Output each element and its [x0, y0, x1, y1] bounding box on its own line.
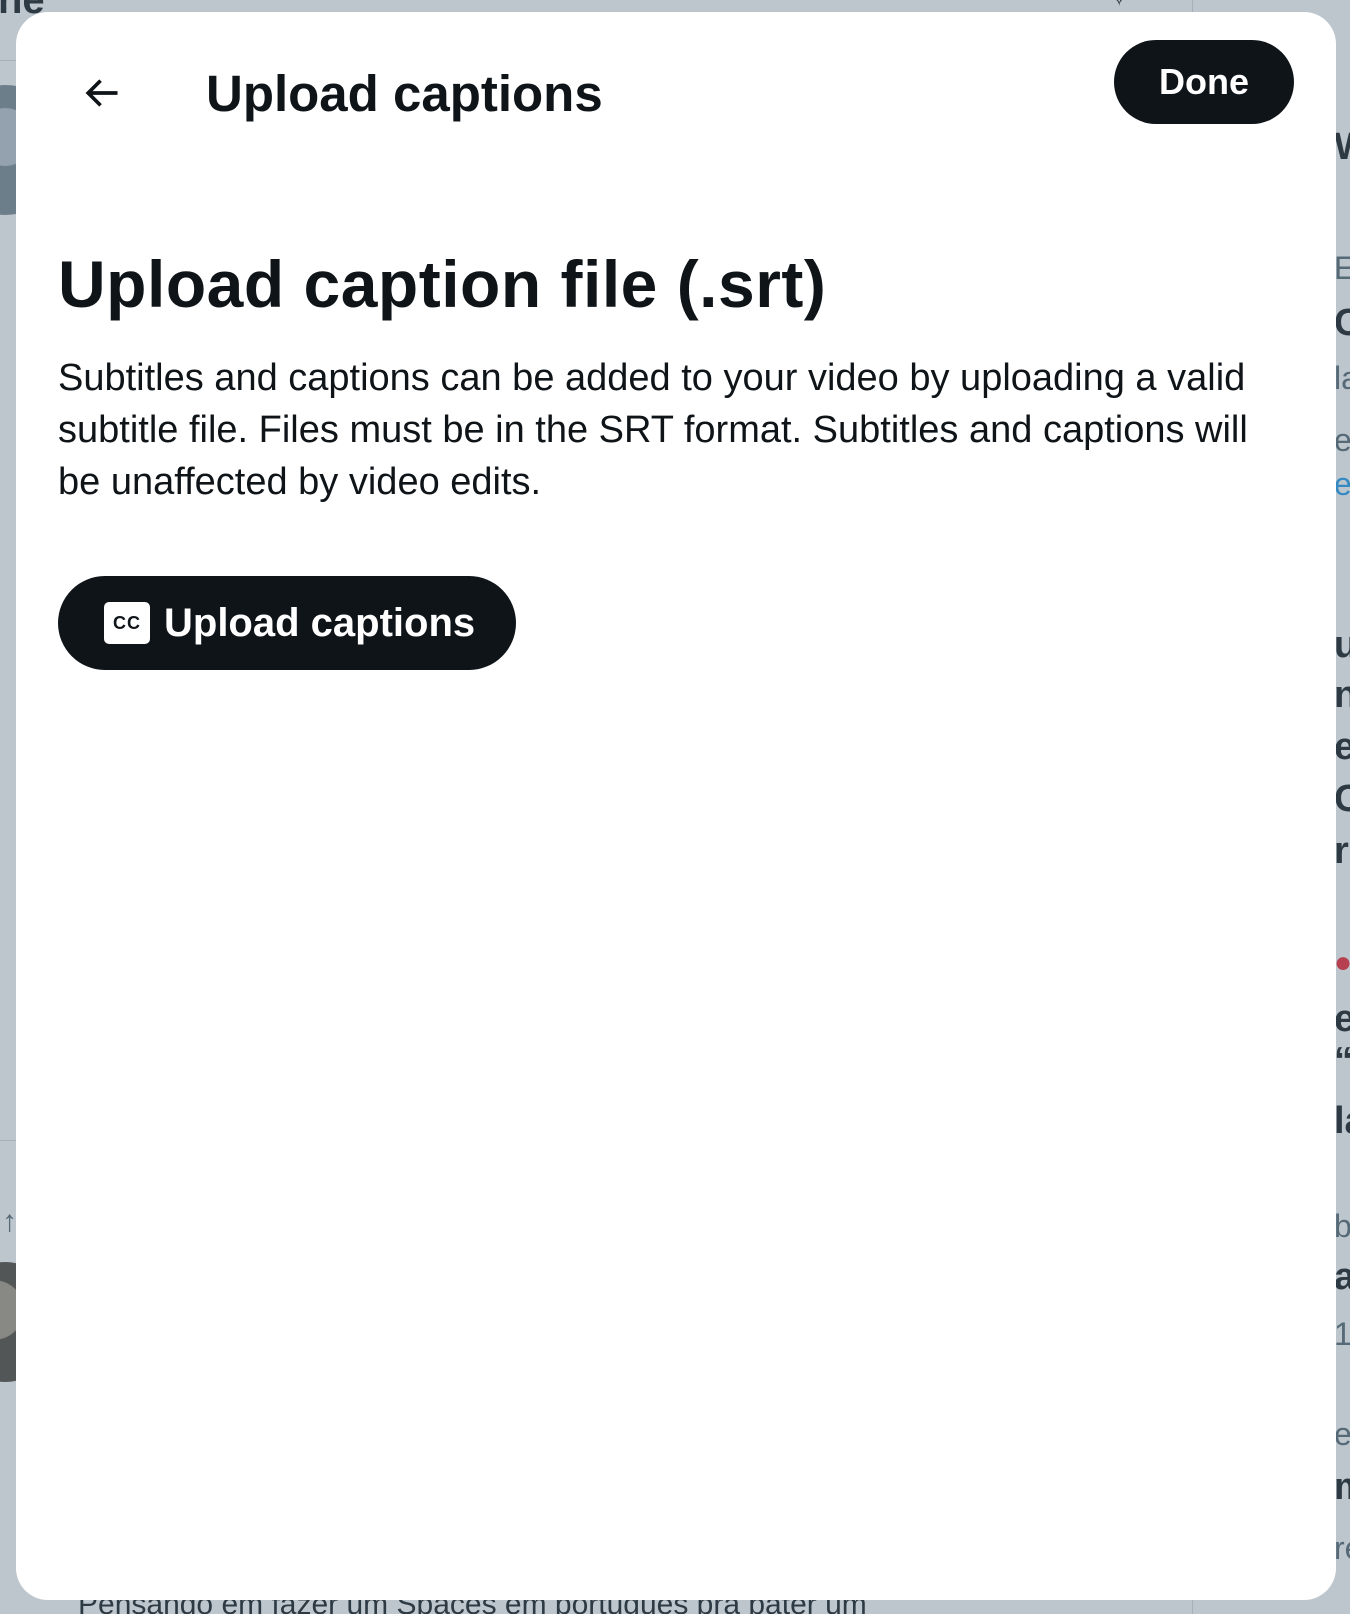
- description-text: Subtitles and captions can be added to y…: [58, 357, 1248, 503]
- done-button[interactable]: Done: [1114, 40, 1294, 124]
- upload-captions-dialog: Upload captions Done Upload caption file…: [16, 12, 1336, 1600]
- section-heading: Upload caption file (.srt): [58, 247, 827, 321]
- upload-captions-label: Upload captions: [164, 600, 476, 645]
- back-button[interactable]: [62, 54, 140, 132]
- closed-captions-icon: CC: [104, 602, 150, 644]
- arrow-left-icon: [85, 79, 118, 107]
- upload-captions-button[interactable]: CC Upload captions: [58, 576, 516, 670]
- dialog-title: Upload captions: [206, 65, 603, 122]
